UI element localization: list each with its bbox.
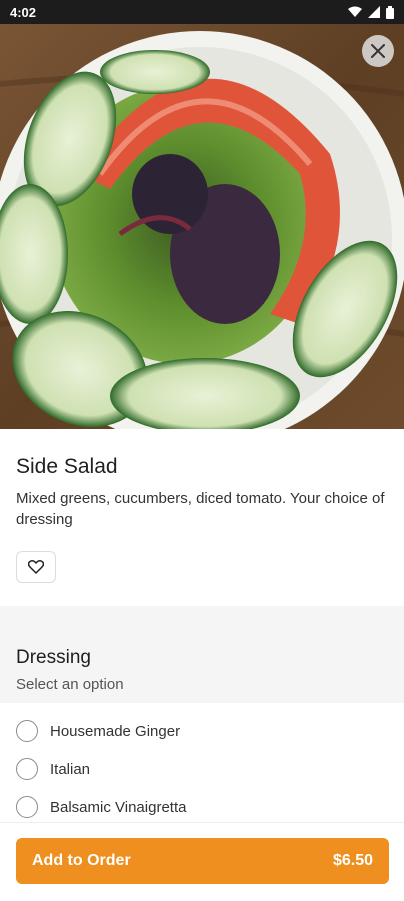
side-salad-photo [0, 24, 404, 429]
dressing-option-italian[interactable]: Italian [0, 750, 404, 788]
dressing-option-balsamic[interactable]: Balsamic Vinaigretta [0, 788, 404, 826]
option-label: Balsamic Vinaigretta [50, 798, 187, 816]
dressing-section-subtitle: Select an option [16, 676, 124, 693]
heart-icon [28, 560, 44, 574]
status-time: 4:02 [10, 4, 37, 20]
option-label: Housemade Ginger [50, 722, 181, 740]
radio-button[interactable] [16, 796, 38, 818]
dressing-options: Housemade Ginger Italian Balsamic Vinaig… [0, 712, 404, 826]
radio-button[interactable] [16, 720, 38, 742]
option-label: Italian [50, 760, 91, 778]
add-to-order-button[interactable]: Add to Order $6.50 [16, 838, 389, 884]
favorite-button[interactable] [16, 551, 56, 583]
item-description: Mixed greens, cucumbers, diced tomato. Y… [16, 490, 385, 528]
dressing-section-title: Dressing [16, 647, 91, 668]
order-price: $6.50 [332, 852, 373, 869]
status-bar: 4:02 [0, 0, 404, 24]
signal-icon [368, 6, 380, 18]
radio-button[interactable] [16, 758, 38, 780]
add-to-order-label: Add to Order [32, 852, 131, 869]
battery-icon [386, 5, 394, 19]
close-icon [371, 44, 385, 58]
status-icons [348, 5, 394, 19]
dressing-option-housemade-ginger[interactable]: Housemade Ginger [0, 712, 404, 750]
item-title: Side Salad [16, 455, 118, 478]
wifi-icon [348, 6, 362, 17]
close-button[interactable] [362, 35, 394, 67]
